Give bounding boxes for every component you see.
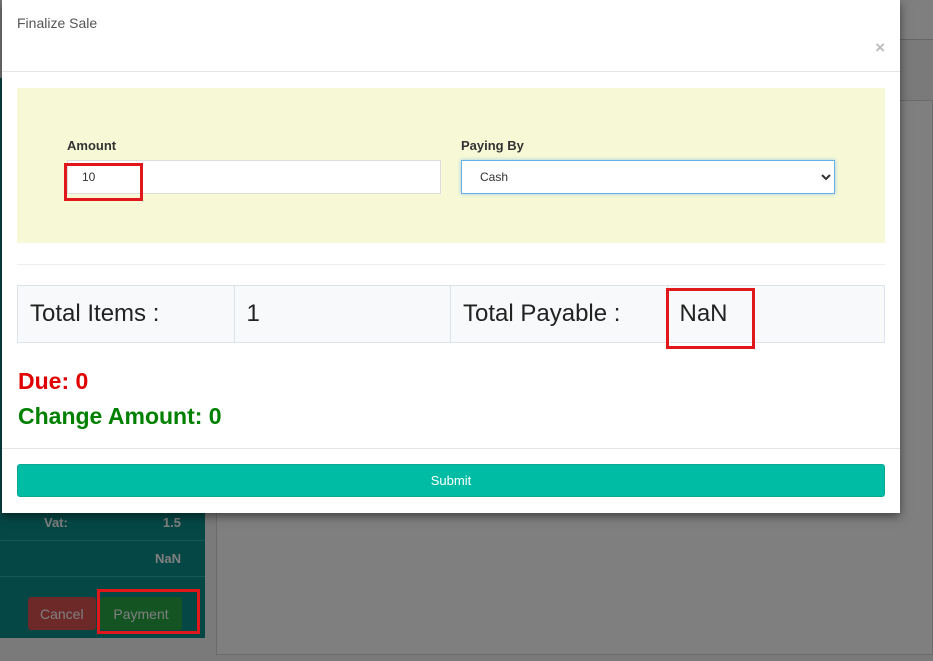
- payment-form-panel: Amount Paying By Cash: [17, 88, 885, 243]
- total-items-label: Total Items :: [18, 286, 235, 342]
- total-payable-value: NaN: [679, 300, 728, 327]
- amount-input[interactable]: [67, 160, 441, 194]
- change-amount: Change Amount: 0: [18, 403, 222, 429]
- totals-table: Total Items : 1 Total Payable : NaN: [17, 285, 885, 343]
- due-amount: Due: 0: [18, 368, 89, 394]
- paying-by-select[interactable]: Cash: [461, 160, 835, 194]
- modal-header: Finalize Sale ×: [2, 0, 900, 72]
- total-payable-label: Total Payable :: [451, 286, 668, 342]
- footer-divider: [2, 448, 900, 449]
- modal-title: Finalize Sale: [17, 15, 98, 31]
- submit-button[interactable]: Submit: [17, 464, 885, 497]
- close-icon[interactable]: ×: [875, 38, 885, 58]
- total-items-value: 1: [235, 286, 451, 342]
- amount-label: Amount: [67, 138, 117, 153]
- divider: [17, 264, 885, 265]
- finalize-sale-modal: Finalize Sale × Amount Paying By Cash To…: [2, 0, 900, 513]
- paying-by-label: Paying By: [461, 138, 524, 153]
